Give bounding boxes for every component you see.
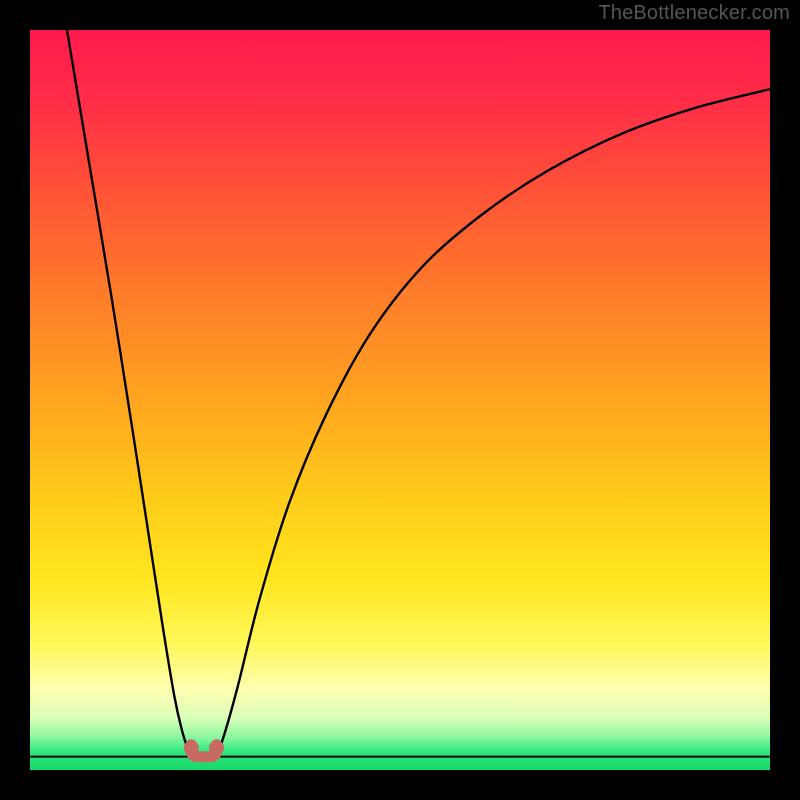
valley-marker-0 <box>184 740 199 755</box>
curve-right-branch <box>215 89 770 755</box>
watermark-text: TheBottlenecker.com <box>598 2 790 25</box>
chart-frame: TheBottlenecker.com <box>0 0 800 800</box>
curves-layer <box>30 30 770 770</box>
plot-area <box>30 30 770 770</box>
valley-marker-1 <box>209 740 224 755</box>
curve-left-branch <box>67 30 193 755</box>
